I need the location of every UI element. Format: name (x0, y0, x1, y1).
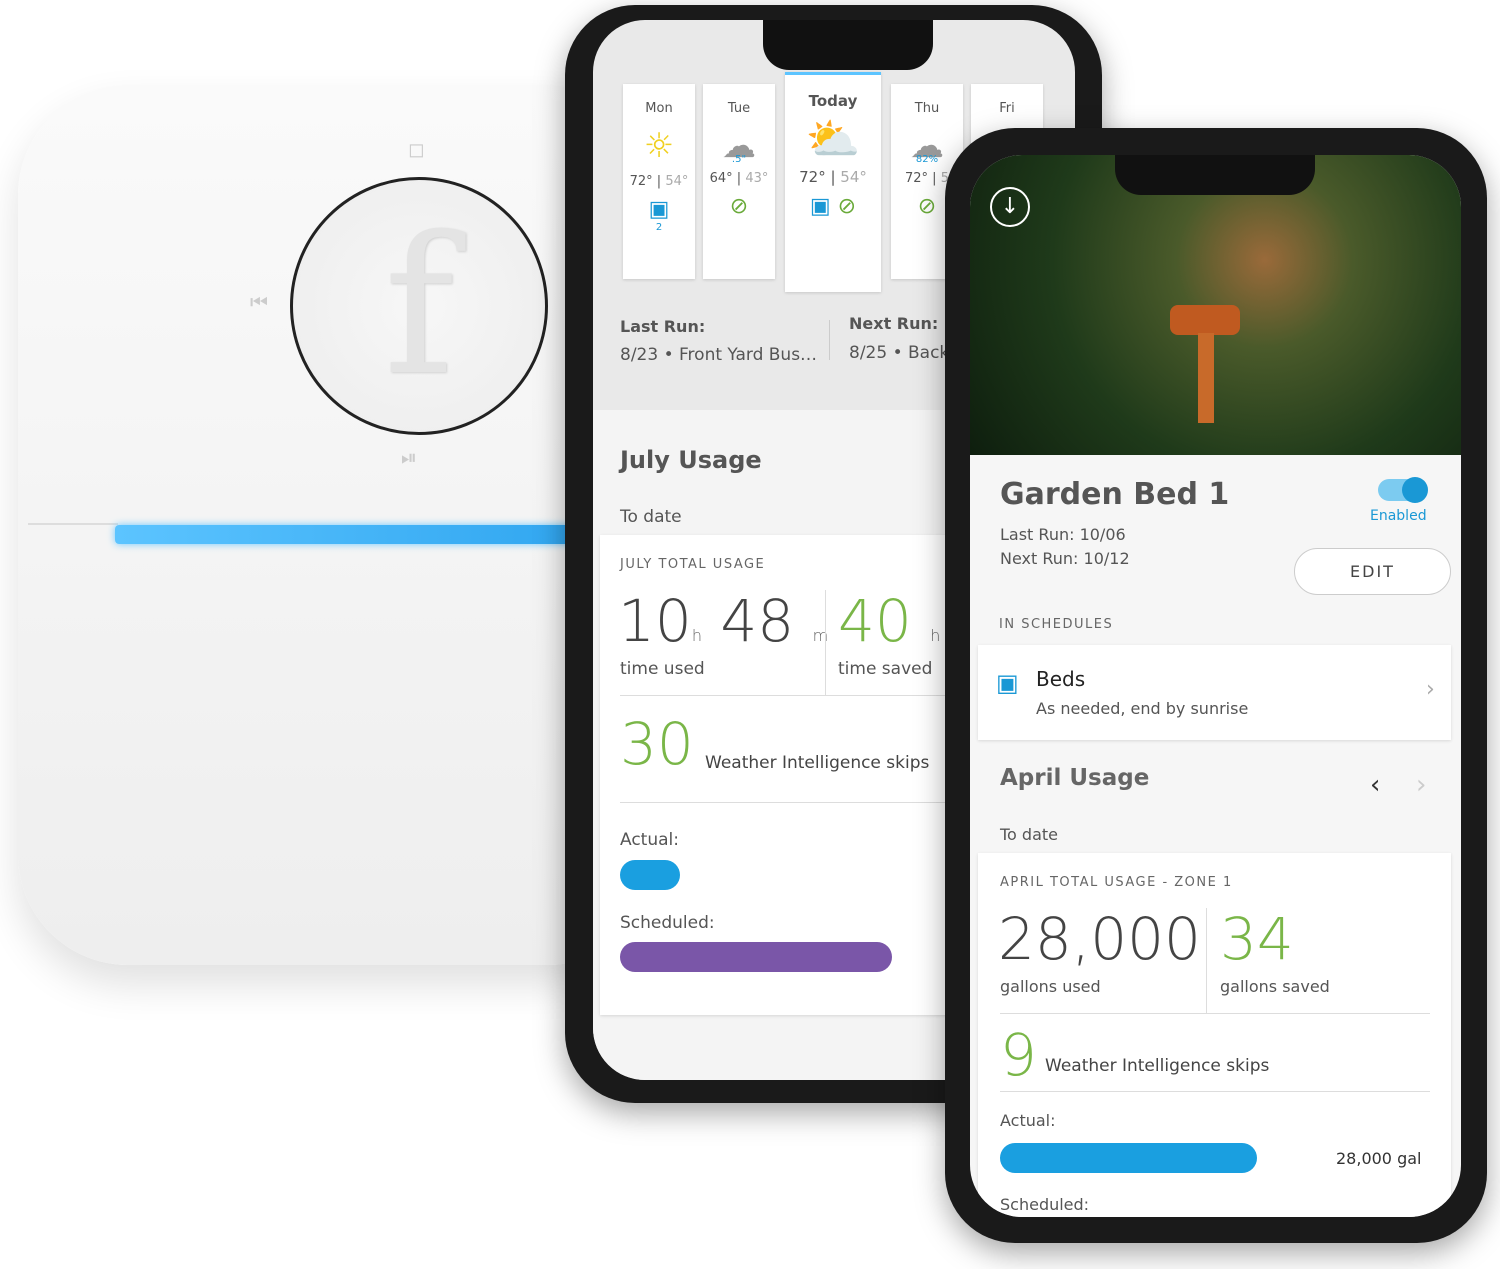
actual-label: Actual: (1000, 1111, 1056, 1130)
actual-bar (620, 860, 680, 890)
status-light-strip (115, 525, 585, 544)
watering-count: 2 (655, 222, 663, 233)
usage-title: April Usage (1000, 765, 1150, 791)
precip: .5" (731, 154, 747, 165)
sun-icon: ☼ (643, 126, 675, 166)
zone-photo-sprinkler: ↓ (970, 155, 1461, 455)
scheduled-bar (620, 942, 892, 972)
edit-button[interactable]: EDIT (1294, 548, 1451, 595)
chevron-right-icon: › (1426, 677, 1435, 702)
scheduled-label: Scheduled: (620, 913, 715, 933)
forecast-day-today[interactable]: Today ⛅ 72° | 54° ▣ ⊘ (785, 72, 881, 292)
notch (1115, 155, 1315, 195)
to-date-label: To date (620, 507, 682, 527)
schedule-item-beds[interactable]: ▣ Beds As needed, end by sunrise › (978, 645, 1451, 740)
schedule-desc: As needed, end by sunrise (1036, 699, 1249, 718)
time-used-label: time used (620, 659, 705, 679)
controller-dial[interactable]: f (290, 177, 548, 435)
play-pause-button-icon: ⏯ (401, 445, 417, 469)
next-run-label: Next Run: (849, 314, 939, 333)
forecast-day-mon[interactable]: Mon ☼ 72° | 54° ▣ 2 (623, 84, 695, 279)
skip-icon: ⊘ (837, 194, 857, 219)
partly-cloudy-icon: ⛅ (805, 114, 861, 165)
divider (1206, 908, 1207, 1013)
gallons-used-label: gallons used (1000, 977, 1101, 996)
schedule-name: Beds (1036, 667, 1086, 691)
skips-value: 9 (1000, 1021, 1037, 1089)
high-temp: 72° (905, 171, 929, 186)
gallons-saved-value: 34 (1220, 905, 1294, 973)
enabled-toggle[interactable] (1378, 477, 1428, 503)
actual-label: Actual: (620, 830, 679, 850)
actual-value: 28,000 gal (1336, 1149, 1422, 1168)
day-label: Thu (914, 101, 940, 116)
day-label: Today (808, 92, 858, 110)
last-run: Last Run: 10/06 (1000, 525, 1126, 544)
total-usage-label: JULY TOTAL USAGE (620, 557, 766, 572)
low-temp: 43° (745, 171, 769, 186)
time-used-value: 10h 48 m (618, 587, 829, 655)
day-label: Tue (727, 101, 751, 116)
zone-name: Garden Bed 1 (1000, 477, 1230, 512)
sprinkler-head (1170, 305, 1240, 335)
last-run-label: Last Run: (620, 317, 706, 336)
logo: f (383, 195, 455, 417)
sprinkler-stem (1198, 333, 1214, 423)
last-run-value[interactable]: 8/23 • Front Yard Bus… (620, 345, 817, 365)
divider (825, 590, 826, 695)
high-temp: 72° (799, 168, 826, 186)
rain-icon: ☁ (722, 126, 756, 166)
watering-schedule-icon: ▣ (996, 669, 1019, 697)
next-run: Next Run: 10/12 (1000, 549, 1130, 568)
day-label: Fri (999, 101, 1015, 116)
high-temp: 72° (629, 174, 653, 189)
enabled-label: Enabled (1370, 508, 1427, 524)
previous-month-button[interactable]: ‹ (1370, 770, 1380, 800)
skips-label: Weather Intelligence skips (705, 753, 930, 773)
actual-bar (1000, 1143, 1257, 1173)
download-icon[interactable]: ↓ (990, 187, 1030, 227)
to-date-label: To date (1000, 825, 1059, 844)
divider (1000, 1013, 1430, 1014)
time-saved-label: time saved (838, 659, 933, 679)
high-temp: 64° (709, 171, 733, 186)
stop-button-icon: ◻ (408, 137, 425, 161)
notch (763, 20, 933, 70)
watering-icon: ▣ (648, 197, 670, 222)
next-run-value[interactable]: 8/25 • Back (849, 343, 949, 363)
scheduled-label: Scheduled: (1000, 1195, 1090, 1214)
time-saved-value: 40 h (838, 587, 941, 655)
previous-button-icon: ⏮ (250, 290, 268, 314)
gallons-used-value: 28,000 (998, 905, 1201, 973)
in-schedules-label: IN SCHEDULES (999, 617, 1114, 632)
device-seam (28, 523, 118, 525)
low-temp: 54° (840, 168, 867, 186)
usage-title: July Usage (620, 446, 762, 474)
rain-icon: ☁ (910, 126, 944, 166)
watering-icon: ▣ (809, 194, 831, 219)
skip-icon: ⊘ (729, 194, 749, 219)
forecast-day-tue[interactable]: Tue ☁ .5" 64° | 43° ⊘ (703, 84, 775, 279)
skips-value: 30 (620, 710, 694, 778)
divider (829, 320, 830, 360)
precip: 82% (915, 154, 939, 165)
divider (1000, 1091, 1430, 1092)
day-label: Mon (645, 101, 673, 116)
total-usage-label: APRIL TOTAL USAGE - ZONE 1 (1000, 875, 1233, 890)
low-temp: 54° (665, 174, 689, 189)
phone-right-screen: ↓ Garden Bed 1 Last Run: 10/06 Next Run:… (970, 155, 1461, 1217)
usage-card: APRIL TOTAL USAGE - ZONE 1 28,000 gallon… (978, 853, 1451, 1217)
skips-label: Weather Intelligence skips (1045, 1056, 1270, 1076)
next-month-button[interactable]: › (1416, 770, 1426, 800)
phone-right: ↓ Garden Bed 1 Last Run: 10/06 Next Run:… (945, 128, 1487, 1243)
gallons-saved-label: gallons saved (1220, 977, 1330, 996)
